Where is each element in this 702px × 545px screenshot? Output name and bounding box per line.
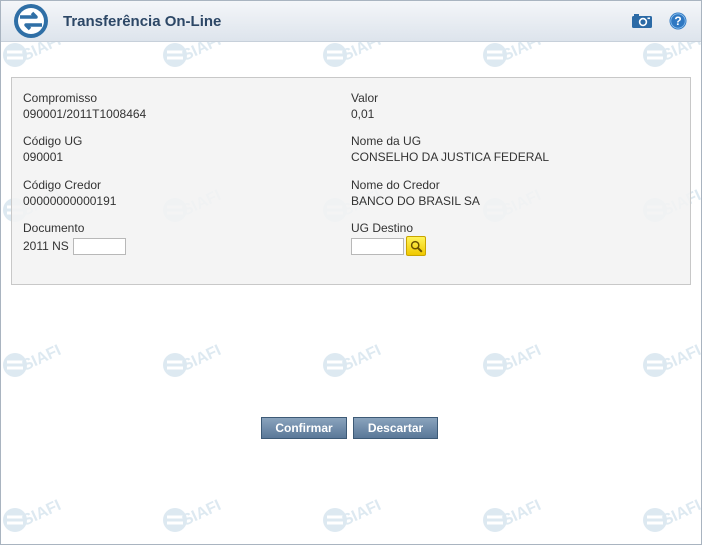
compromisso-value: 090001/2011T1008464: [23, 107, 147, 121]
header-actions: ?: [631, 12, 687, 30]
codigo-ug-label: Código UG: [23, 134, 83, 148]
page-title: Transferência On-Line: [63, 12, 222, 30]
documento-label: Documento: [23, 221, 85, 235]
valor-label: Valor: [351, 91, 379, 105]
documento-row: 2011 NS: [23, 236, 126, 256]
documento-prefix: 2011 NS: [23, 239, 69, 253]
nome-credor-field: Nome do Credor BANCO DO BRASIL SA: [351, 177, 480, 209]
nome-credor-value: BANCO DO BRASIL SA: [351, 194, 480, 208]
svg-text:?: ?: [674, 14, 681, 28]
codigo-credor-field: Código Credor 00000000000191: [23, 177, 116, 209]
discard-button[interactable]: Descartar: [353, 417, 438, 439]
compromisso-label: Compromisso: [23, 91, 98, 105]
codigo-credor-label: Código Credor: [23, 178, 102, 192]
camera-icon[interactable]: [631, 13, 653, 29]
compromisso-field: Compromisso 090001/2011T1008464: [23, 90, 146, 122]
details-panel: Compromisso 090001/2011T1008464 Valor 0,…: [11, 77, 691, 285]
codigo-ug-value: 090001: [23, 150, 64, 164]
ug-destino-search-button[interactable]: [406, 236, 426, 256]
codigo-credor-value: 00000000000191: [23, 194, 117, 208]
siafi-logo-icon: [14, 4, 48, 38]
transfer-window: SIAFI: [0, 0, 702, 545]
ug-destino-row: [351, 236, 426, 256]
ug-destino-label: UG Destino: [351, 221, 414, 235]
codigo-ug-field: Código UG 090001: [23, 133, 82, 165]
nome-ug-field: Nome da UG CONSELHO DA JUSTICA FEDERAL: [351, 133, 549, 165]
valor-value: 0,01: [351, 107, 375, 121]
ug-destino-input[interactable]: [351, 237, 404, 255]
action-buttons: Confirmar Descartar: [261, 417, 438, 439]
valor-field: Valor 0,01: [351, 90, 378, 122]
documento-input[interactable]: [72, 237, 126, 255]
nome-ug-label: Nome da UG: [351, 134, 422, 148]
title-bar: Transferência On-Line ?: [1, 1, 701, 42]
nome-credor-label: Nome do Credor: [351, 178, 440, 192]
help-icon[interactable]: ?: [669, 12, 687, 30]
documento-field: Documento 2011 NS: [23, 220, 126, 256]
confirm-button[interactable]: Confirmar: [261, 417, 347, 439]
ug-destino-field: UG Destino: [351, 220, 426, 256]
search-icon: [410, 240, 423, 253]
nome-ug-value: CONSELHO DA JUSTICA FEDERAL: [351, 150, 550, 164]
